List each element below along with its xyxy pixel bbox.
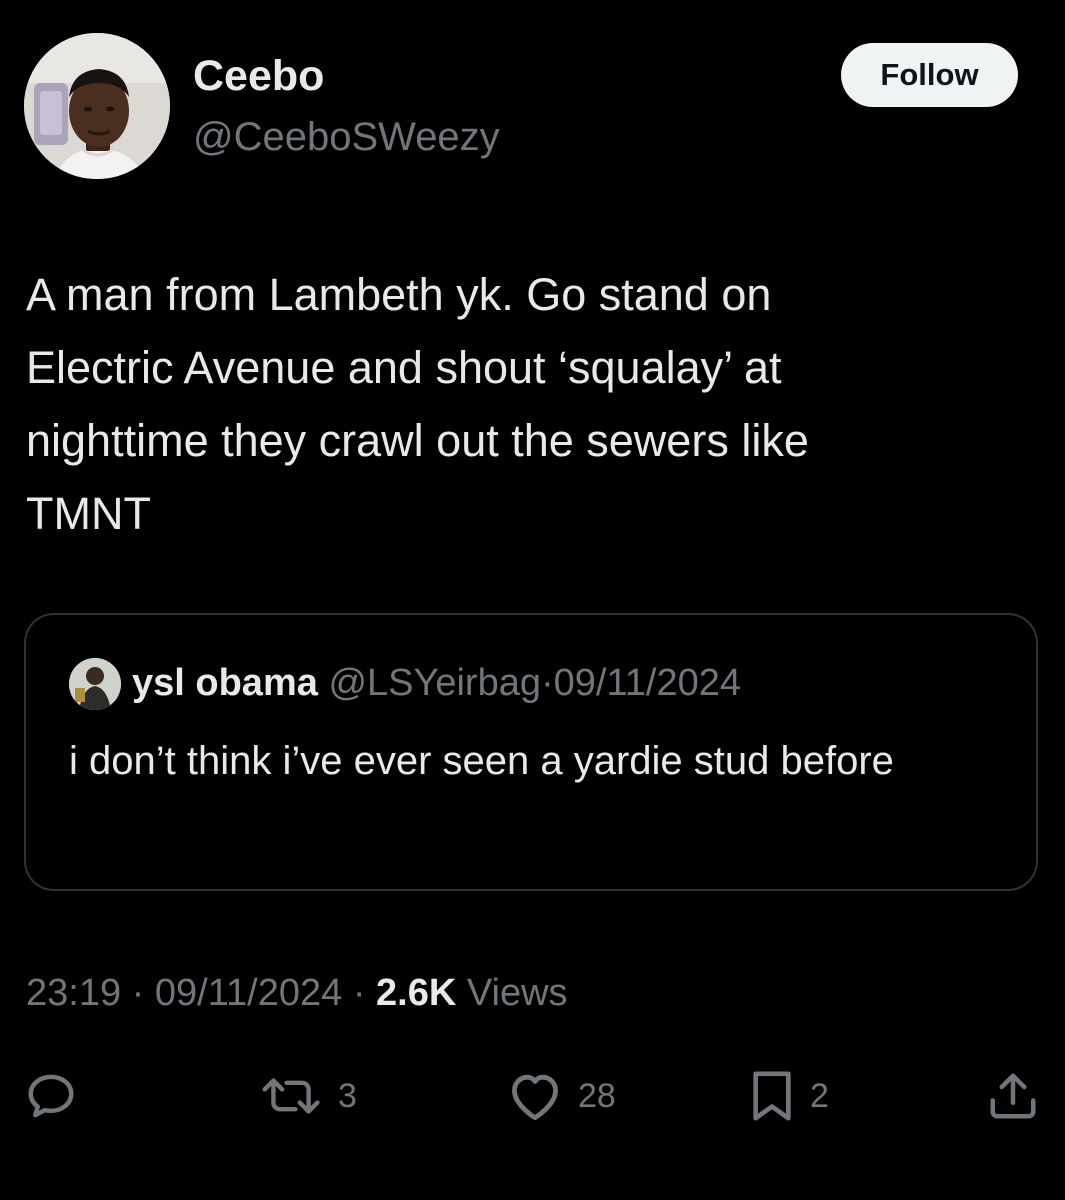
bookmark-button[interactable]: 2 bbox=[748, 1068, 829, 1124]
quoted-author-name[interactable]: ysl obama bbox=[132, 662, 318, 704]
quoted-date: 09/11/2024 bbox=[553, 662, 742, 704]
quoted-author-handle[interactable]: @LSYeirbag bbox=[328, 662, 541, 704]
meta-separator: · bbox=[131, 972, 145, 1014]
quoted-tweet-card[interactable]: ysl obama @LSYeirbag·09/11/2024 i don’t … bbox=[24, 613, 1038, 891]
bookmark-icon bbox=[753, 1071, 791, 1121]
tweet-meta: 23:19 · 09/11/2024 · 2.6K Views bbox=[26, 965, 568, 1021]
bookmark-count: 2 bbox=[810, 1076, 829, 1115]
reply-button[interactable] bbox=[24, 1068, 78, 1124]
quoted-author-avatar[interactable] bbox=[69, 658, 121, 710]
follow-button[interactable]: Follow bbox=[841, 43, 1018, 107]
meta-separator: · bbox=[352, 972, 366, 1014]
author-handle[interactable]: @CeeboSWeezy bbox=[193, 113, 500, 161]
tweet-time[interactable]: 23:19 bbox=[26, 972, 121, 1014]
author-display-name[interactable]: Ceebo bbox=[193, 50, 324, 102]
profile-photo-icon bbox=[69, 658, 121, 710]
retweet-button[interactable]: 3 bbox=[258, 1068, 357, 1124]
profile-photo-icon bbox=[24, 33, 170, 179]
retweet-icon bbox=[262, 1078, 320, 1114]
heart-icon bbox=[512, 1074, 558, 1121]
tweet-text: A man from Lambeth yk. Go stand on Elect… bbox=[26, 269, 809, 539]
like-button[interactable]: 28 bbox=[506, 1068, 616, 1124]
share-icon bbox=[990, 1073, 1036, 1119]
views-label: Views bbox=[466, 972, 568, 1014]
quoted-tweet-header: ysl obama @LSYeirbag·09/11/2024 bbox=[132, 657, 741, 709]
retweet-count: 3 bbox=[338, 1076, 357, 1115]
author-avatar[interactable] bbox=[24, 33, 170, 179]
share-button[interactable] bbox=[986, 1068, 1040, 1124]
like-count: 28 bbox=[578, 1076, 616, 1115]
quoted-tweet-text: i don’t think i’ve ever seen a yardie st… bbox=[69, 739, 894, 783]
quoted-separator: · bbox=[540, 662, 554, 704]
reply-icon bbox=[28, 1074, 74, 1118]
views-count: 2.6K bbox=[376, 972, 457, 1014]
tweet-date[interactable]: 09/11/2024 bbox=[155, 972, 342, 1014]
